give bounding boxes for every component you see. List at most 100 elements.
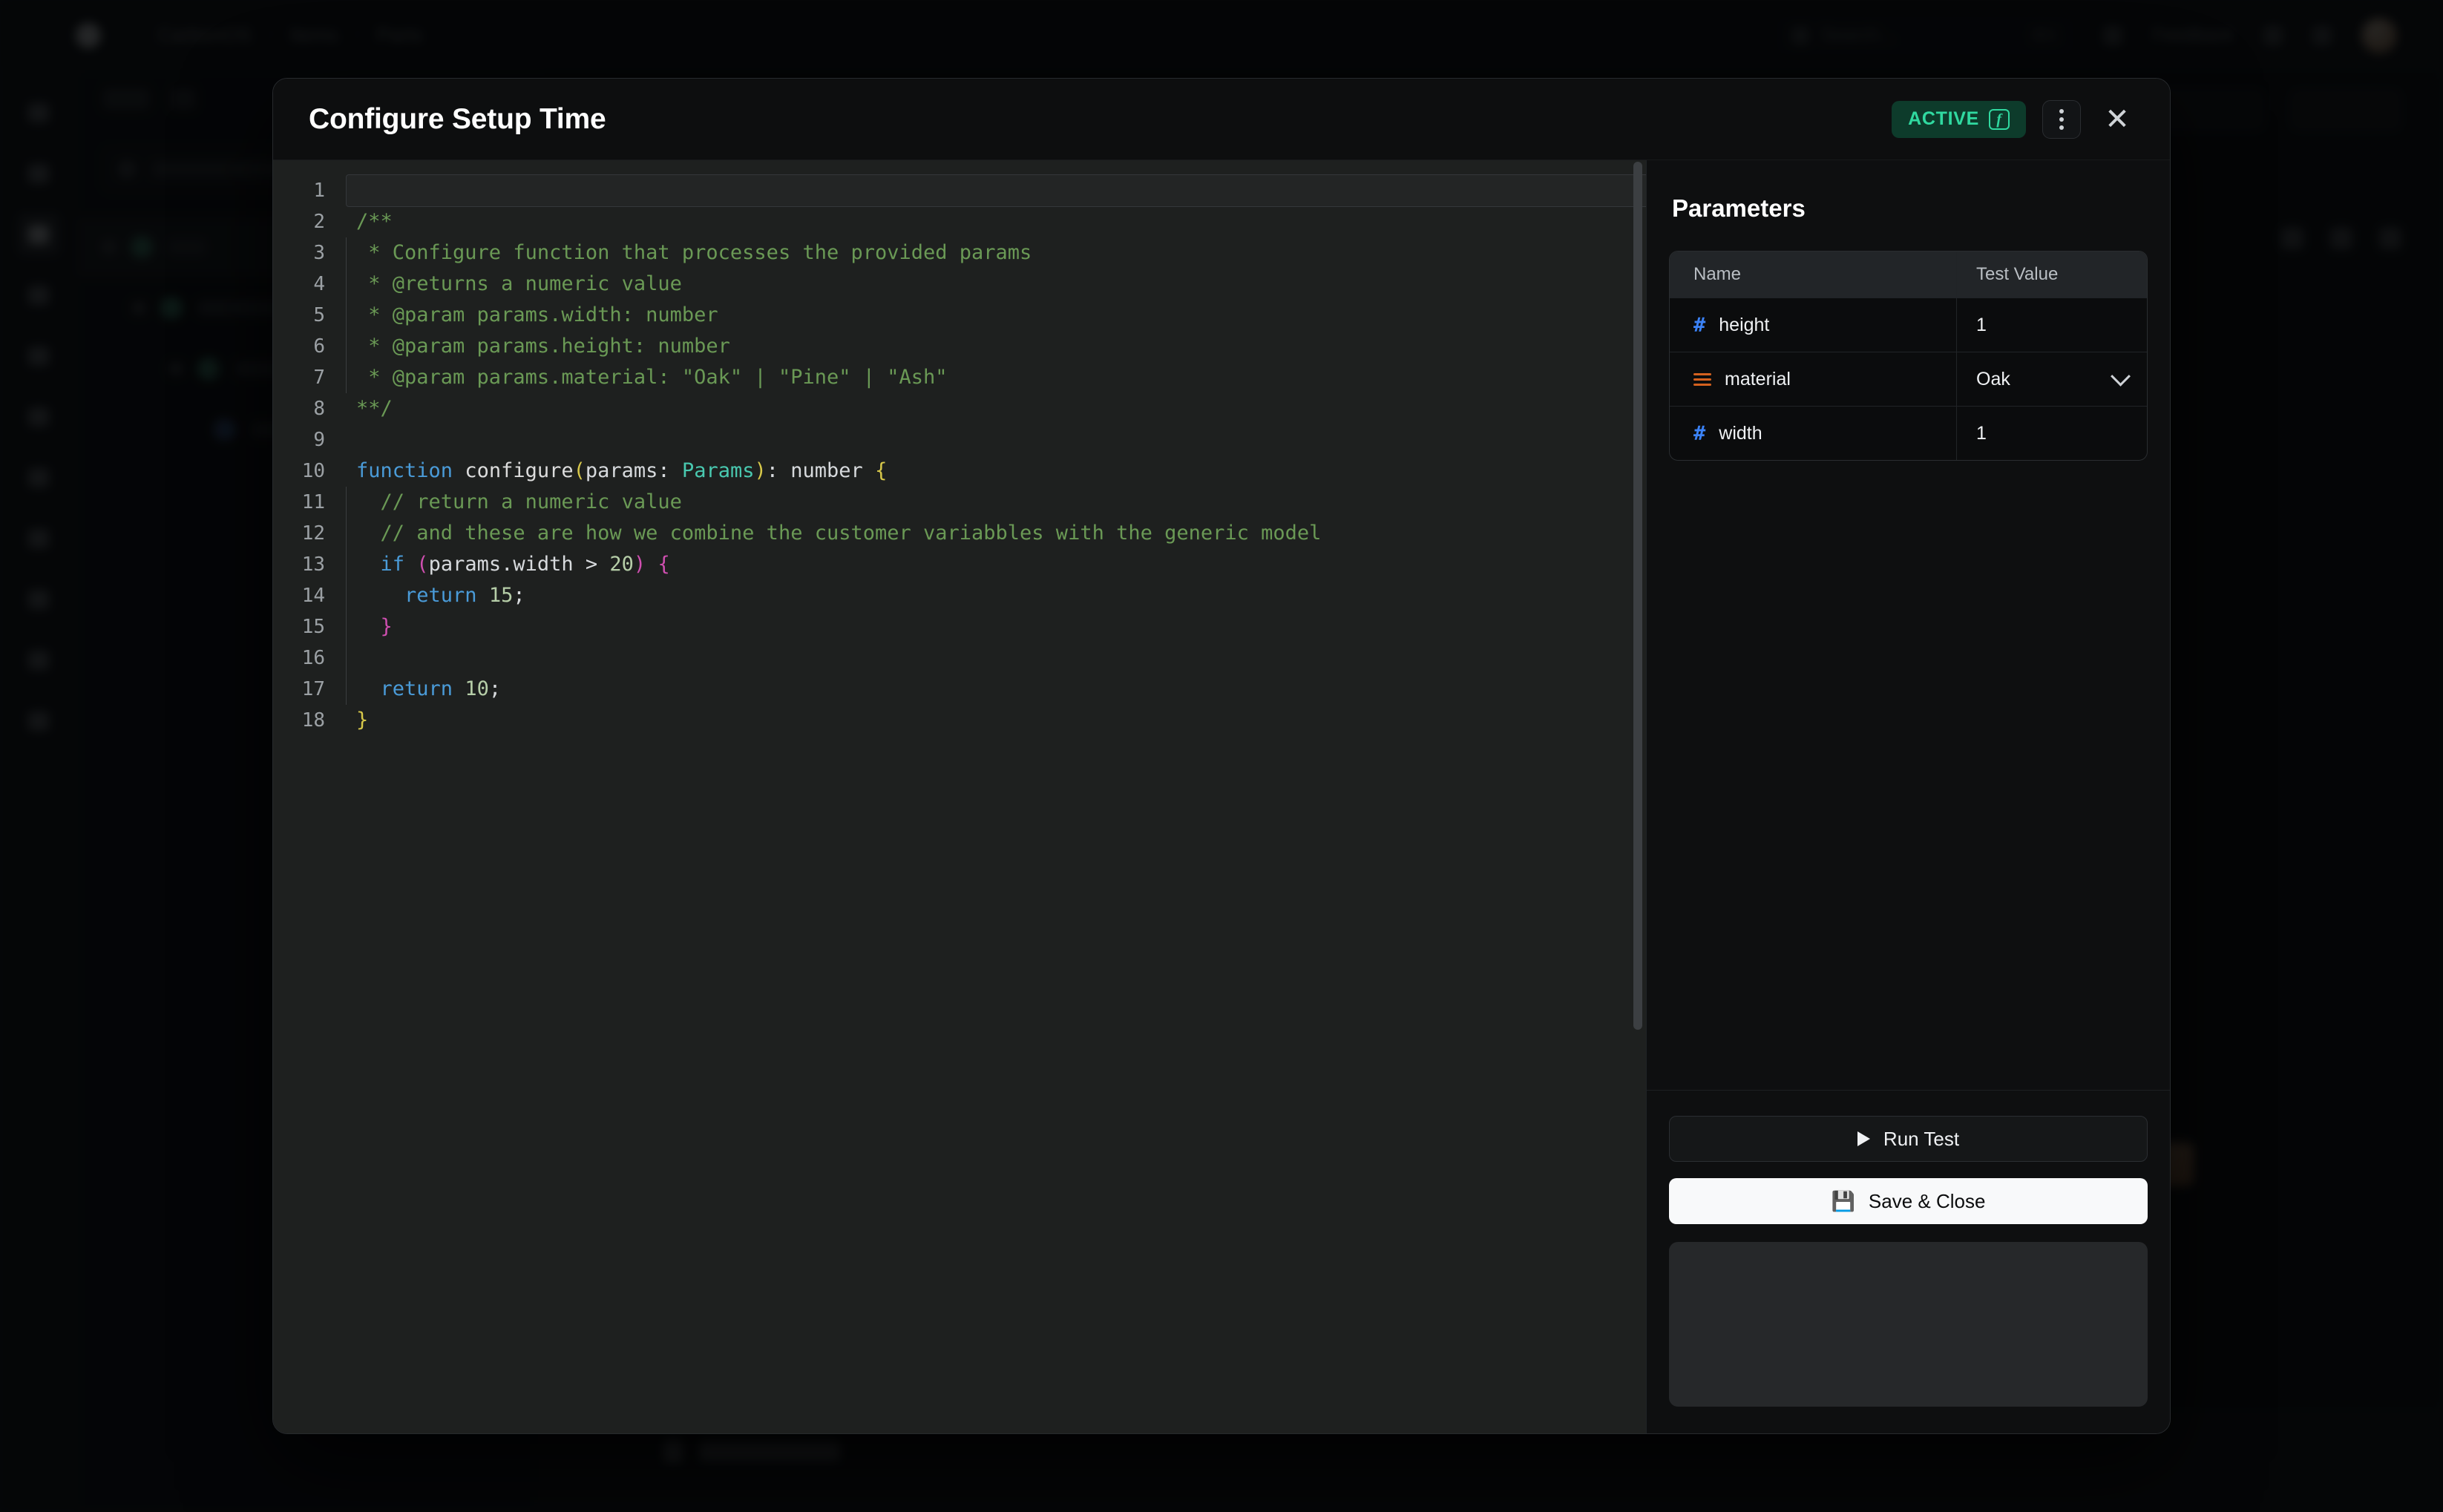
parameter-value-text: Oak [1976, 368, 2010, 389]
line-number: 8 [313, 398, 325, 420]
status-badge-label: ACTIVE [1908, 108, 1979, 129]
code-token: 20 [609, 553, 634, 576]
code-token: * Configure function that processes the … [356, 241, 1032, 264]
code-token: /** [356, 210, 393, 233]
parameters-table: Name Test Value # height 1 material Oak # widt… [1669, 251, 2148, 461]
parameter-name-label: height [1719, 314, 1770, 335]
code-token: params.width > [428, 553, 610, 576]
code-line: /** [346, 206, 1646, 237]
parameter-name-label: width [1719, 422, 1762, 444]
parameter-name-cell: material [1670, 369, 1956, 390]
editor-scrollbar-thumb[interactable] [1633, 162, 1642, 1030]
hash-icon: # [1693, 313, 1706, 337]
save-and-close-button[interactable]: 💾 Save & Close [1669, 1178, 2148, 1224]
table-body: # height 1 material Oak # width 1 [1670, 298, 2147, 460]
parameter-value-input[interactable]: 1 [1957, 423, 2147, 444]
code-token: } [356, 709, 369, 732]
code-token: function [356, 459, 465, 482]
code-line: * @param params.height: number [346, 331, 1646, 362]
editor-scrollbar[interactable] [1630, 160, 1646, 1433]
parameters-top: Parameters Name Test Value # height 1 mater… [1647, 160, 2170, 1090]
page-title: Configure Setup Time [309, 102, 606, 135]
line-number: 15 [301, 616, 325, 638]
parameter-name-cell: # width [1670, 422, 1956, 445]
configure-setup-time-dialog: Configure Setup Time ACTIVE f ✕ 12345678… [272, 78, 2171, 1434]
code-token: 10 [465, 677, 489, 700]
code-token: Params [681, 459, 755, 482]
code-token: ) [633, 553, 646, 576]
code-token: return [380, 677, 465, 700]
code-token: } [380, 615, 393, 638]
code-line: return 15; [346, 580, 1646, 611]
code-line: if (params.width > 20) { [346, 549, 1646, 580]
line-number: 5 [313, 304, 325, 326]
parameter-value-text: 1 [1976, 314, 1987, 335]
parameter-name-cell: # height [1670, 314, 1956, 337]
parameters-actions: Run Test 💾 Save & Close [1647, 1090, 2170, 1433]
table-row: # height 1 [1670, 298, 2147, 352]
code-line: ​ [346, 424, 1646, 456]
list-icon [1693, 372, 1711, 386]
code-line: * @param params.width: number [346, 300, 1646, 331]
hash-icon: # [1693, 421, 1706, 445]
table-header-row: Name Test Value [1670, 252, 2147, 298]
status-badge[interactable]: ACTIVE f [1892, 100, 2026, 138]
run-test-label: Run Test [1883, 1127, 1960, 1150]
code-token: { [658, 553, 670, 576]
code-token: if [380, 553, 417, 576]
code-line: } [346, 705, 1646, 736]
editor-line-numbers: 1 2 3 4 5 6 7 8 9 10 11 12 13 14 15 16 17 18 [273, 160, 340, 1433]
code-token: // return a numeric value [356, 490, 682, 513]
code-token: ) [754, 459, 767, 482]
dialog-header: Configure Setup Time ACTIVE f ✕ [273, 79, 2170, 160]
run-test-button[interactable]: Run Test [1669, 1116, 2148, 1162]
parameter-value-select[interactable]: Oak [1957, 366, 2147, 390]
code-line: ​ [346, 174, 1646, 207]
play-icon [1857, 1131, 1870, 1146]
code-token: { [875, 459, 888, 482]
line-number: 13 [301, 553, 325, 576]
code-token: // and these are how we combine the cust… [356, 522, 1322, 545]
line-number: 11 [301, 491, 325, 513]
parameter-value-input[interactable]: 1 [1957, 315, 2147, 336]
code-token: * @returns a numeric value [356, 272, 682, 295]
code-line: return 10; [346, 674, 1646, 705]
code-line: ​ [346, 642, 1646, 674]
code-token: * @param params.material: "Oak" | "Pine"… [356, 366, 948, 389]
line-number: 6 [313, 335, 325, 358]
code-line: * @returns a numeric value [346, 269, 1646, 300]
line-number: 10 [301, 460, 325, 482]
line-number: 2 [313, 211, 325, 233]
save-icon: 💾 [1831, 1190, 1855, 1212]
parameter-name-label: material [1725, 368, 1791, 389]
code-token: 15 [488, 584, 514, 607]
code-line: // return a numeric value [346, 487, 1646, 518]
kebab-menu-icon [2059, 108, 2064, 130]
close-icon: ✕ [2105, 102, 2130, 136]
close-button[interactable]: ✕ [2097, 99, 2137, 139]
dialog-body: 123456789101112131415161718 ​/** * Confi… [273, 160, 2170, 1433]
code-token: ; [488, 677, 502, 700]
save-and-close-label: Save & Close [1868, 1189, 1986, 1212]
code-line: * Configure function that processes the … [346, 237, 1646, 269]
code-token: ( [573, 459, 586, 482]
chevron-down-icon[interactable] [2111, 366, 2131, 387]
test-output-panel [1669, 1242, 2148, 1407]
more-options-button[interactable] [2042, 99, 2081, 139]
code-token: configure [465, 459, 574, 482]
line-number: 17 [301, 678, 325, 700]
line-number: 3 [313, 242, 325, 264]
code-line: * @param params.material: "Oak" | "Pine"… [346, 362, 1646, 393]
line-number: 1 [313, 180, 325, 202]
line-number: 12 [301, 522, 325, 545]
parameter-value-text: 1 [1976, 422, 1987, 444]
editor-code-content[interactable]: ​ /** * Configure function that processes… [340, 160, 1646, 1433]
parameters-heading: Parameters [1672, 194, 1806, 222]
code-editor[interactable]: 123456789101112131415161718 ​/** * Confi… [273, 160, 1646, 1433]
code-token: ( [416, 553, 429, 576]
line-number: 16 [301, 647, 325, 669]
